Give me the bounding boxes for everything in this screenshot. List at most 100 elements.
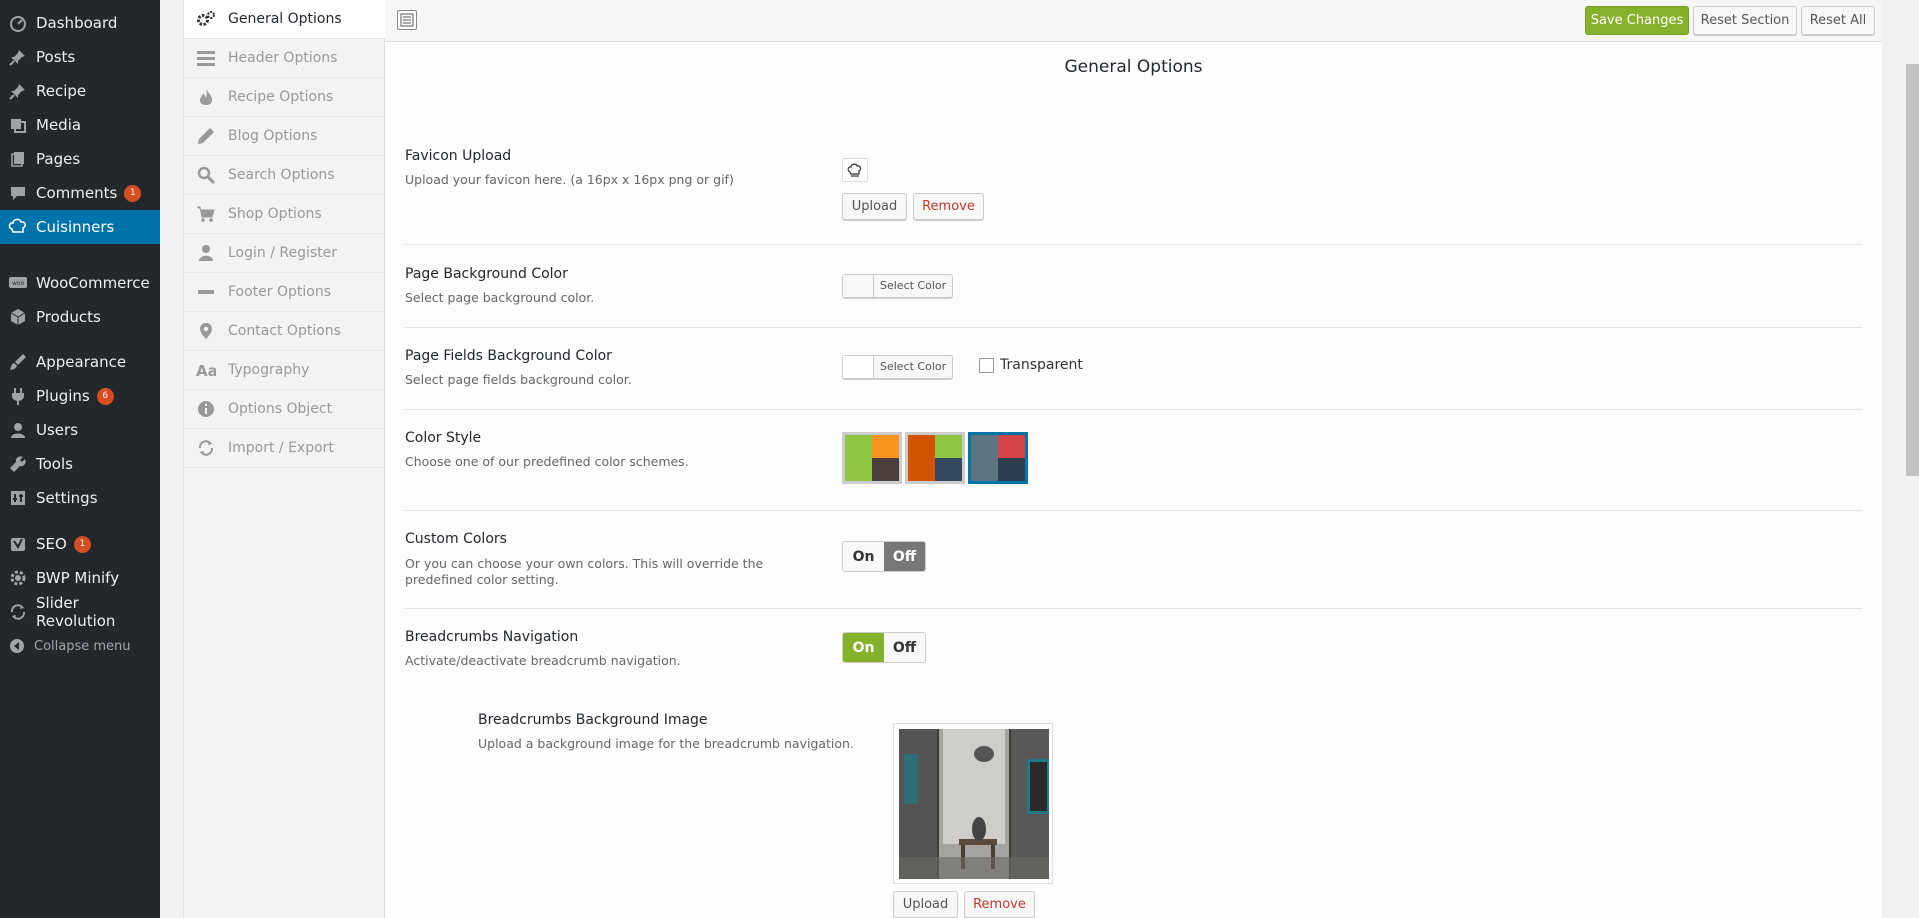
page-bg-row: Page Background Color Select page backgr… [405, 266, 1862, 328]
wp-menu-item-plugins[interactable]: Plugins 6 [0, 379, 160, 413]
options-nav-label: Contact Options [228, 323, 341, 339]
options-nav-label: Search Options [228, 167, 335, 183]
wp-menu-item-comments[interactable]: Comments 1 [0, 176, 160, 210]
options-toolbar: Save Changes Reset Section Reset All [385, 0, 1882, 42]
wp-menu-item-woocommerce[interactable]: woo WooCommerce [0, 266, 160, 300]
options-nav-label: Blog Options [228, 128, 318, 144]
fields-bg-title: Page Fields Background Color [405, 348, 612, 364]
custom-colors-desc: Or you can choose your own colors. This … [405, 556, 764, 587]
options-nav-options-object[interactable]: Options Object [184, 390, 385, 429]
pin-icon [0, 82, 36, 100]
wp-menu-item-posts[interactable]: Posts [0, 40, 160, 74]
search-icon [184, 166, 228, 184]
wp-menu-label: Settings [36, 489, 98, 507]
wp-menu-label: Media [36, 116, 82, 134]
options-nav-search-options[interactable]: Search Options [184, 156, 385, 195]
wp-menu-label: Posts [36, 48, 76, 66]
fields-bg-color-picker[interactable]: Select Color [842, 355, 954, 379]
layout-toggle-icon[interactable] [397, 10, 417, 30]
transparent-checkbox[interactable] [979, 358, 994, 373]
options-nav-recipe-options[interactable]: Recipe Options [184, 78, 385, 117]
wp-menu-item-appearance[interactable]: Appearance [0, 345, 160, 379]
options-nav-shop-options[interactable]: Shop Options [184, 195, 385, 234]
scrollbar-thumb[interactable] [1906, 64, 1919, 476]
wp-menu-item-media[interactable]: Media [0, 108, 160, 142]
chef-hat-icon [0, 218, 36, 236]
wp-menu-item-products[interactable]: Products [0, 300, 160, 334]
refresh-icon [184, 439, 228, 457]
color-swatch [843, 275, 874, 297]
svg-text:woo: woo [12, 280, 25, 287]
woo-icon: woo [0, 275, 36, 291]
wp-menu-label: Tools [36, 455, 73, 473]
reset-section-button[interactable]: Reset Section [1693, 6, 1797, 35]
toggle-off-option[interactable]: Off [884, 633, 925, 662]
toggle-on-option[interactable]: On [843, 542, 884, 571]
options-nav-footer-options[interactable]: Footer Options [184, 273, 385, 312]
typography-icon: Aa [184, 362, 228, 378]
wp-menu-item-tools[interactable]: Tools [0, 447, 160, 481]
save-changes-button[interactable]: Save Changes [1585, 6, 1689, 35]
custom-colors-title: Custom Colors [405, 531, 507, 547]
custom-colors-toggle[interactable]: On Off [842, 541, 926, 572]
wp-menu-item-pages[interactable]: Pages [0, 142, 160, 176]
toggle-on-option[interactable]: On [843, 633, 884, 662]
collapse-icon [0, 638, 34, 654]
wp-menu-item-recipe[interactable]: Recipe [0, 74, 160, 108]
refresh-icon [0, 603, 36, 621]
options-nav-label: Shop Options [228, 206, 322, 222]
collapse-menu-button[interactable]: Collapse menu [0, 629, 160, 663]
toggle-off-option[interactable]: Off [884, 542, 925, 571]
info-icon [184, 400, 228, 418]
fields-bg-row: Page Fields Background Color Select page… [405, 348, 1862, 410]
user-icon [184, 244, 228, 262]
fields-bg-desc: Select page fields background color. [405, 372, 632, 387]
breadcrumbs-title: Breadcrumbs Navigation [405, 629, 579, 645]
page-bg-color-picker[interactable]: Select Color [842, 274, 954, 298]
wp-admin-menu: Dashboard Posts Recipe Media Pages Comments 1 C… [0, 0, 160, 918]
wp-menu-item-users[interactable]: Users [0, 413, 160, 447]
notification-badge: 1 [124, 184, 142, 202]
breadcrumbs-bg-upload-button[interactable]: Upload [893, 891, 958, 918]
options-nav-blog-options[interactable]: Blog Options [184, 117, 385, 156]
media-icon [0, 116, 36, 134]
wrench-icon [0, 455, 36, 473]
flame-icon [184, 88, 228, 106]
reset-all-button[interactable]: Reset All [1801, 6, 1875, 35]
plug-icon [0, 387, 36, 405]
options-nav-label: Header Options [228, 50, 338, 66]
wp-menu-label: Products [36, 308, 101, 326]
breadcrumbs-toggle[interactable]: On Off [842, 632, 926, 663]
wp-menu-item-slider-revolution[interactable]: Slider Revolution [0, 594, 160, 630]
options-nav-contact-options[interactable]: Contact Options [184, 312, 385, 351]
wp-menu-item-settings[interactable]: Settings [0, 481, 160, 515]
notification-badge: 1 [73, 535, 91, 553]
color-scheme-option[interactable] [905, 432, 965, 484]
collapse-menu-label: Collapse menu [34, 638, 131, 654]
color-scheme-option[interactable] [842, 432, 902, 484]
select-color-label: Select Color [880, 279, 947, 292]
wp-menu-item-seo[interactable]: SEO 1 [0, 527, 160, 561]
color-style-row: Color Style Choose one of our predefined… [405, 430, 1862, 511]
color-swatch [843, 356, 874, 378]
options-nav-label: Options Object [228, 401, 333, 417]
wp-menu-item-bwp-minify[interactable]: BWP Minify [0, 561, 160, 595]
box-icon [0, 308, 36, 326]
page-scrollbar[interactable] [1882, 0, 1919, 918]
options-nav-typography[interactable]: Aa Typography [184, 351, 385, 390]
wp-menu-item-cuisinners[interactable]: Cuisinners [0, 210, 160, 244]
options-nav-import-export[interactable]: Import / Export [184, 429, 385, 468]
options-nav-header-options[interactable]: Header Options [184, 39, 385, 78]
options-nav-general-options[interactable]: General Options [184, 0, 385, 39]
minus-icon [184, 283, 228, 301]
gears-icon [184, 10, 228, 28]
breadcrumbs-bg-remove-button[interactable]: Remove [964, 891, 1035, 918]
favicon-upload-button[interactable]: Upload [842, 193, 907, 220]
options-nav-login-register[interactable]: Login / Register [184, 234, 385, 273]
color-scheme-option[interactable] [968, 432, 1028, 484]
wp-menu-label: Appearance [36, 353, 127, 371]
favicon-remove-button[interactable]: Remove [913, 193, 984, 220]
options-nav: General Options Header Options Recipe Opti… [183, 0, 385, 918]
wp-menu-item-dashboard[interactable]: Dashboard [0, 6, 160, 40]
options-nav-label: General Options [228, 11, 342, 27]
